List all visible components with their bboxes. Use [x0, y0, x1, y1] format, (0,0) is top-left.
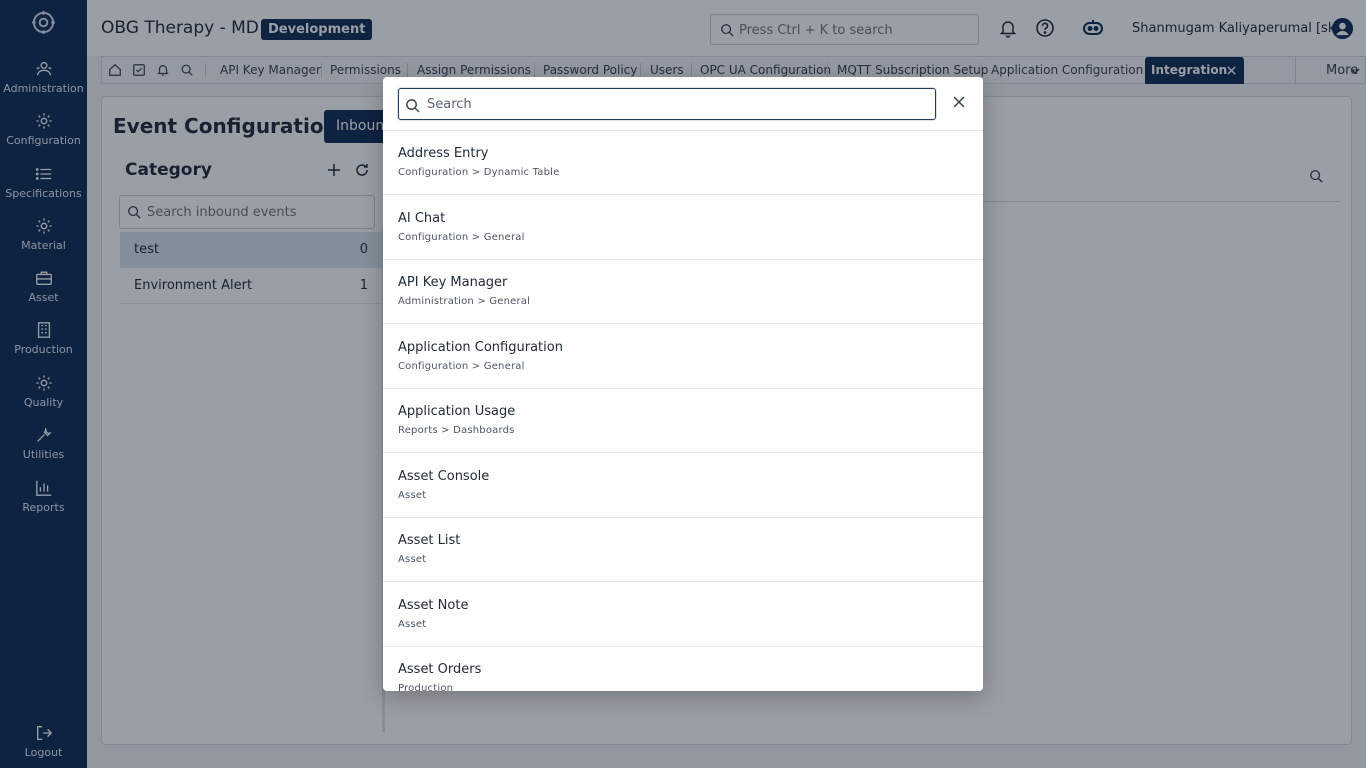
modal-search-input[interactable] [427, 94, 927, 114]
result-path: Asset [398, 554, 427, 565]
result-path: Administration > General [398, 296, 531, 307]
modal-search[interactable] [398, 88, 936, 120]
search-icon [406, 99, 420, 113]
result-title: Application Usage [398, 404, 516, 419]
search-result[interactable]: Address Entry Configuration > Dynamic Ta… [383, 131, 983, 195]
search-result[interactable]: Asset Orders Production [383, 647, 983, 691]
result-path: Asset [398, 490, 427, 501]
result-title: Address Entry [398, 146, 489, 161]
result-path: Configuration > Dynamic Table [398, 167, 560, 178]
search-result[interactable]: API Key Manager Administration > General [383, 260, 983, 324]
result-title: Asset List [398, 533, 461, 548]
close-icon[interactable] [952, 95, 966, 109]
result-title: Asset Orders [398, 662, 482, 677]
result-path: Configuration > General [398, 361, 525, 372]
result-path: Asset [398, 619, 427, 630]
result-title: Asset Note [398, 598, 469, 613]
search-result[interactable]: Application Configuration Configuration … [383, 325, 983, 389]
result-path: Reports > Dashboards [398, 425, 515, 436]
result-path: Production [398, 683, 454, 691]
result-title: API Key Manager [398, 275, 508, 290]
search-result[interactable]: Asset List Asset [383, 518, 983, 582]
result-title: Asset Console [398, 469, 490, 484]
result-title: Application Configuration [398, 340, 563, 355]
search-result[interactable]: AI Chat Configuration > General [383, 196, 983, 260]
search-result[interactable]: Application Usage Reports > Dashboards [383, 389, 983, 453]
search-result[interactable]: Asset Note Asset [383, 583, 983, 647]
result-path: Configuration > General [398, 232, 525, 243]
search-result[interactable]: Asset Console Asset [383, 454, 983, 518]
search-modal: Address Entry Configuration > Dynamic Ta… [383, 77, 983, 691]
result-title: AI Chat [398, 211, 446, 226]
